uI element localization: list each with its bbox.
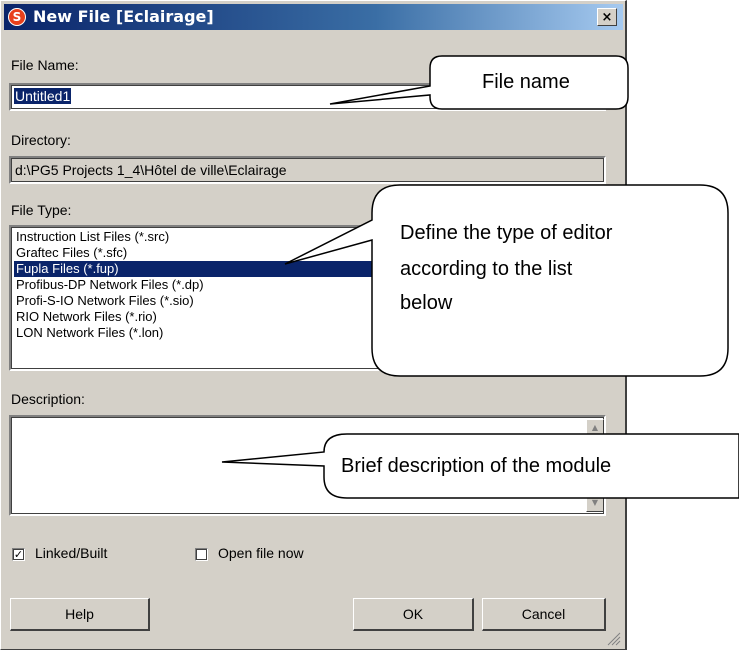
file-type-label: File Type: [11,202,72,218]
file-type-listbox[interactable]: Instruction List Files (*.src) Graftec F… [9,225,606,371]
file-name-callout-text: File name [482,71,570,93]
help-button[interactable]: Help [10,598,150,631]
description-label: Description: [11,391,85,407]
app-logo-icon: S [8,8,26,26]
open-file-now-checkbox[interactable] [195,548,208,561]
file-name-value: Untitled1 [14,88,72,104]
directory-label: Directory: [11,132,71,148]
linked-built-checkbox[interactable]: ✓ [12,548,25,561]
window-title: New File [Eclairage] [33,7,214,26]
linked-built-label: Linked/Built [35,545,108,561]
scroll-down-icon[interactable]: ▼ [586,494,604,512]
file-type-callout-line1: Define the type of editor [400,222,613,244]
file-type-item[interactable]: RIO Network Files (*.rio) [14,309,576,325]
file-type-callout-line2: according to the list [400,258,573,280]
ok-button[interactable]: OK [353,598,474,631]
new-file-dialog: S New File [Eclairage] × File Name: Unti… [0,0,627,650]
description-callout-text: Brief description of the module [341,455,612,477]
file-type-item[interactable]: LON Network Files (*.lon) [14,325,576,341]
file-type-callout-line3: below [400,292,453,314]
title-bar[interactable]: S New File [Eclairage] × [4,4,623,30]
file-type-item[interactable]: Profi-S-IO Network Files (*.sio) [14,293,576,309]
directory-value: d:\PG5 Projects 1_4\Hôtel de ville\Eclai… [15,162,287,178]
close-icon[interactable]: × [597,8,617,26]
cancel-button[interactable]: Cancel [482,598,606,631]
file-name-label: File Name: [11,57,79,73]
resize-grip-icon[interactable] [607,632,621,646]
scroll-up-icon[interactable]: ▲ [586,419,604,437]
open-file-now-label: Open file now [218,545,304,561]
directory-field: d:\PG5 Projects 1_4\Hôtel de ville\Eclai… [9,156,606,184]
